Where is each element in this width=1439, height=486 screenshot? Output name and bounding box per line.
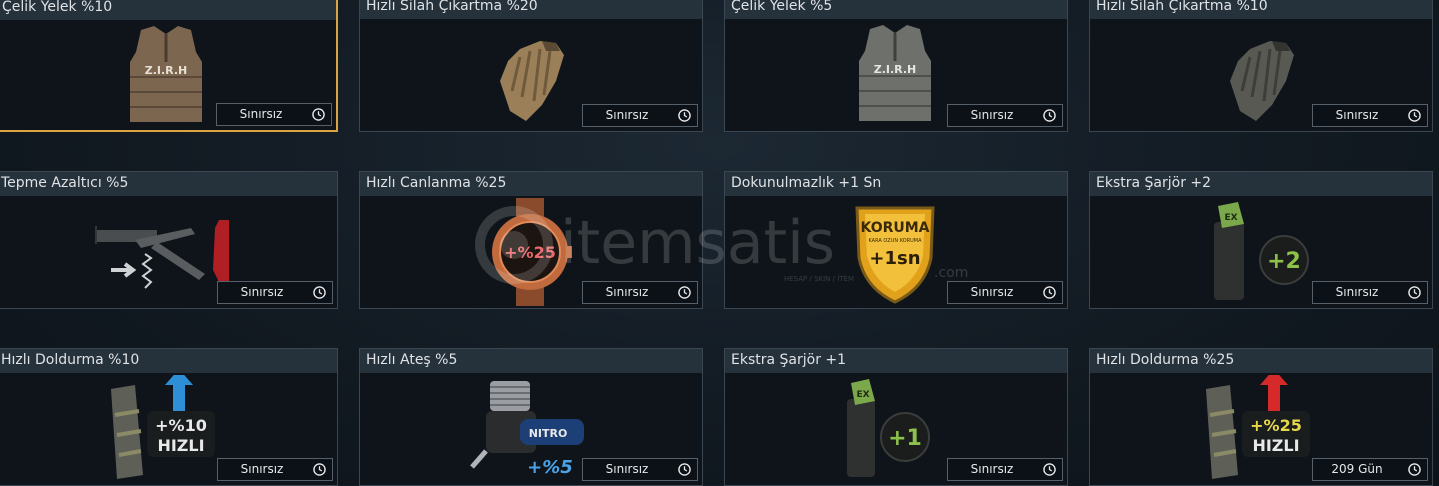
duration-label: Sınırsız (240, 285, 284, 299)
clock-icon (1408, 286, 1421, 299)
clock-icon (1408, 109, 1421, 122)
duration-badge: Sınırsız (947, 458, 1063, 481)
duration-label: Sınırsız (970, 108, 1014, 122)
glove-icon (1230, 41, 1294, 121)
duration-label: Sınırsız (605, 285, 649, 299)
clock-icon (313, 286, 326, 299)
duration-badge: Sınırsız (1312, 104, 1428, 127)
pouch-bonus: +2 (1267, 249, 1301, 274)
duration-badge: 209 Gün (1312, 458, 1428, 481)
engine-icon: NITRO +%5 (470, 381, 584, 478)
duration-label: Sınırsız (240, 462, 284, 476)
stock-icon (95, 220, 229, 289)
magazine-icon: +%10 HIZLI (111, 375, 215, 479)
shield-title: KORUMA (860, 220, 929, 236)
clock-icon (312, 108, 325, 121)
item-name: Hızlı Silah Çıkartma %20 (360, 0, 702, 19)
item-card[interactable]: Çelik Yelek %5 Z.I.R.H Sınırsız (724, 0, 1068, 132)
clock-icon (678, 286, 691, 299)
item-name: Hızlı Silah Çıkartma %10 (1090, 0, 1432, 19)
duration-badge: Sınırsız (217, 281, 333, 304)
clock-icon (1408, 463, 1421, 476)
shield-subtitle: KARA OZUN KORUMA (868, 238, 922, 244)
duration-badge: Sınırsız (947, 104, 1063, 127)
engine-brand: NITRO (529, 427, 568, 440)
item-name: Çelik Yelek %10 (0, 0, 336, 20)
mag-pouch-icon: EX +2 (1214, 202, 1309, 300)
duration-badge: Sınırsız (217, 458, 333, 481)
duration-label: Sınırsız (239, 107, 283, 121)
bonus-value: +%25 (1250, 416, 1302, 435)
item-card[interactable]: Hızlı Ateş %5 NITRO +%5 Sınırsız (359, 348, 703, 486)
duration-badge: Sınırsız (582, 281, 698, 304)
vest-icon: Z.I.R.H (130, 26, 202, 122)
vest-icon: Z.I.R.H (859, 25, 931, 121)
glove-icon (500, 41, 564, 121)
watch-icon: +%25 (492, 198, 572, 306)
shield-value: +1sn (869, 248, 920, 269)
item-card[interactable]: Hızlı Canlanma %25 +%25 Sınırsız (359, 171, 703, 309)
duration-label: Sınırsız (970, 462, 1014, 476)
bonus-value: +%10 (155, 416, 207, 435)
clock-icon (313, 463, 326, 476)
duration-label: Sınırsız (970, 285, 1014, 299)
item-name: Çelik Yelek %5 (725, 0, 1067, 19)
vest-text: Z.I.R.H (145, 64, 188, 77)
pouch-bonus: +1 (888, 426, 922, 451)
item-card[interactable]: Çelik Yelek %10 Z.I.R.H Sınırsız (0, 0, 338, 132)
item-card[interactable]: Hızlı Doldurma %25 +%25 HIZLI 209 Gün (1089, 348, 1433, 486)
duration-badge: Sınırsız (582, 104, 698, 127)
item-name: Dokunulmazlık +1 Sn (725, 172, 1067, 196)
duration-badge: Sınırsız (216, 103, 332, 126)
duration-label: Sınırsız (605, 108, 649, 122)
item-name: Ekstra Şarjör +1 (725, 349, 1067, 373)
clock-icon (678, 109, 691, 122)
item-card[interactable]: Tepme Azaltıcı %5 Sınırsız (0, 171, 338, 309)
item-name: Tepme Azaltıcı %5 (0, 172, 337, 196)
duration-badge: Sınırsız (947, 281, 1063, 304)
watch-text: +%25 (504, 243, 556, 262)
clock-icon (1043, 109, 1056, 122)
duration-label: Sınırsız (1335, 108, 1379, 122)
speed-label: HIZLI (1252, 436, 1299, 455)
pouch-tag: EX (1224, 213, 1237, 223)
duration-label: 209 Gün (1331, 462, 1383, 476)
item-name: Hızlı Ateş %5 (360, 349, 702, 373)
pouch-tag: EX (856, 390, 869, 400)
item-name: Hızlı Canlanma %25 (360, 172, 702, 196)
engine-value: +%5 (527, 457, 573, 478)
item-name: Hızlı Doldurma %25 (1090, 349, 1432, 373)
item-name: Hızlı Doldurma %10 (0, 349, 337, 373)
clock-icon (1043, 286, 1056, 299)
item-card[interactable]: Hızlı Silah Çıkartma %10 Sınırsız (1089, 0, 1433, 132)
mag-pouch-icon: EX +1 (847, 379, 930, 477)
duration-label: Sınırsız (605, 462, 649, 476)
shield-icon: KORUMA KARA OZUN KORUMA +1sn (855, 206, 935, 304)
item-name: Ekstra Şarjör +2 (1090, 172, 1432, 196)
item-card[interactable]: Hızlı Doldurma %10 +%10 HIZLI Sınırsız (0, 348, 338, 486)
duration-badge: Sınırsız (582, 458, 698, 481)
clock-icon (1043, 463, 1056, 476)
speed-label: HIZLI (157, 436, 204, 455)
duration-label: Sınırsız (1335, 285, 1379, 299)
vest-text: Z.I.R.H (874, 63, 917, 76)
clock-icon (678, 463, 691, 476)
item-card[interactable]: Ekstra Şarjör +2 EX +2 Sınırsız (1089, 171, 1433, 309)
duration-badge: Sınırsız (1312, 281, 1428, 304)
magazine-icon: +%25 HIZLI (1206, 375, 1310, 479)
item-card[interactable]: Dokunulmazlık +1 Sn KORUMA KARA OZUN KOR… (724, 171, 1068, 309)
item-card[interactable]: Ekstra Şarjör +1 EX +1 Sınırsız (724, 348, 1068, 486)
item-card[interactable]: Hızlı Silah Çıkartma %20 Sınırsız (359, 0, 703, 132)
